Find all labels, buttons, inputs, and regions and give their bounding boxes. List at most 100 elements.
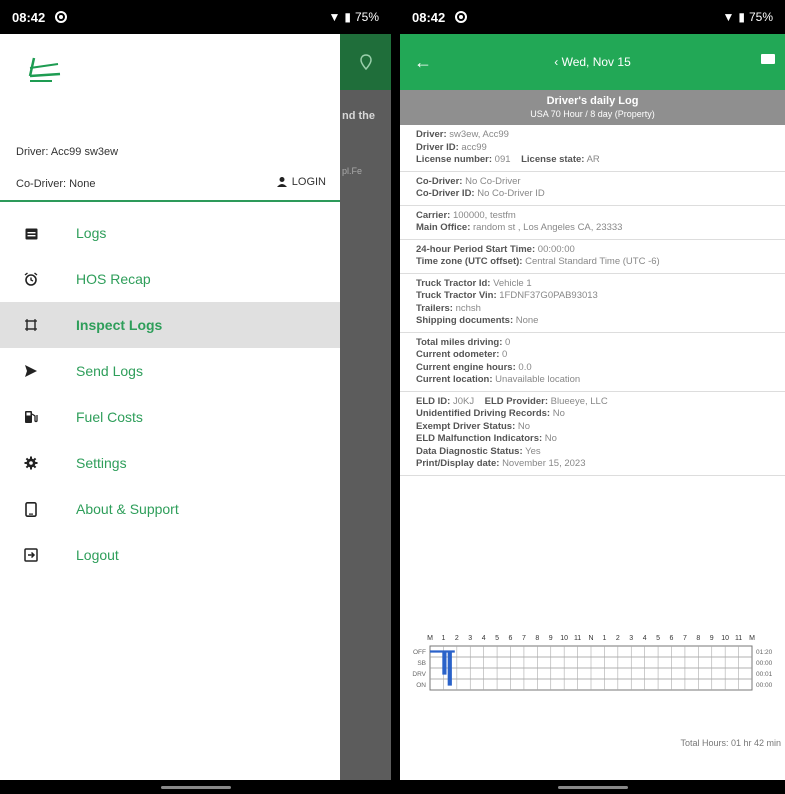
login-button[interactable]: LOGIN bbox=[276, 176, 326, 188]
field-label: ELD ID: bbox=[416, 395, 451, 407]
field-label: License state: bbox=[521, 154, 585, 165]
field-label: Print/Display date: bbox=[416, 458, 500, 469]
field-value: nchsh bbox=[455, 302, 481, 314]
field-value: acc99 bbox=[461, 141, 487, 153]
field-label: Current odometer: bbox=[416, 349, 500, 360]
field-label: Main Office: bbox=[416, 222, 471, 233]
log-field: 24-hour Period Start Time: 00:00:00 bbox=[416, 244, 773, 257]
gear-icon bbox=[24, 456, 38, 470]
hour-label: M bbox=[749, 635, 755, 642]
menu-item-logout[interactable]: Logout bbox=[0, 532, 340, 578]
clock-time: 08:42 bbox=[12, 9, 46, 25]
hour-label: 3 bbox=[629, 635, 633, 642]
field-label: Truck Tractor Id: bbox=[416, 277, 491, 289]
status-row-total: 00:00 bbox=[756, 660, 773, 667]
calendar-icon bbox=[24, 226, 38, 240]
field-label: Total miles driving: bbox=[416, 336, 503, 348]
menu-item-fuel-costs[interactable]: Fuel Costs bbox=[0, 394, 340, 440]
person-icon bbox=[276, 177, 287, 187]
field-value: 100000, testfm bbox=[452, 209, 516, 221]
log-field: Driver: sw3ew, Acc99 bbox=[416, 129, 773, 142]
field-value: J0KJ bbox=[452, 395, 475, 407]
hour-label: 11 bbox=[735, 635, 742, 642]
inspect-icon bbox=[24, 318, 38, 332]
field-label: Data Diagnostic Status: bbox=[416, 445, 523, 457]
log-field: Data Diagnostic Status: Yes bbox=[416, 446, 773, 459]
log-field: Main Office: random st , Los Angeles CA,… bbox=[416, 222, 773, 235]
menu-label: Send Logs bbox=[76, 363, 143, 379]
field-value: 0 bbox=[502, 349, 508, 360]
field-value: No bbox=[544, 433, 557, 444]
menu-label: Logs bbox=[76, 225, 107, 241]
field-label: ELD Provider: bbox=[484, 395, 548, 407]
field-label: Unidentified Driving Records: bbox=[416, 408, 551, 419]
field-value: No Co-Driver ID bbox=[477, 188, 545, 199]
hour-label: 10 bbox=[560, 635, 568, 642]
log-field: Driver ID: acc99 bbox=[416, 142, 773, 155]
field-label: Driver ID: bbox=[416, 141, 459, 153]
menu-label: Settings bbox=[76, 455, 127, 471]
hour-label: 3 bbox=[468, 635, 472, 642]
field-value: November 15, 2023 bbox=[502, 458, 586, 469]
drawer-scrim[interactable]: nd the pl.Fe bbox=[340, 34, 391, 780]
chevron-left-icon[interactable]: ‹ bbox=[554, 55, 558, 69]
log-subtitle: USA 70 Hour / 8 day (Property) bbox=[530, 109, 655, 119]
hour-label: 6 bbox=[670, 635, 674, 642]
field-value: None bbox=[515, 315, 539, 326]
menu-item-hos-recap[interactable]: HOS Recap bbox=[0, 256, 340, 302]
hour-label: 9 bbox=[549, 635, 553, 642]
hour-label: N bbox=[588, 635, 593, 642]
alarm-clock-icon bbox=[24, 272, 38, 286]
field-value: Yes bbox=[525, 445, 541, 457]
field-label: Driver: bbox=[416, 129, 447, 140]
field-label: Exempt Driver Status: bbox=[416, 420, 516, 432]
hour-label: 4 bbox=[482, 635, 486, 642]
status-row-label: SB bbox=[417, 660, 426, 667]
field-label: Trailers: bbox=[416, 302, 453, 314]
logout-icon bbox=[24, 548, 38, 562]
log-field: Current engine hours: 0.0 bbox=[416, 362, 773, 375]
scrim-text: nd the bbox=[342, 110, 375, 122]
driver-name: Driver: Acc99 sw3ew bbox=[16, 146, 119, 158]
menu-item-inspect-logs[interactable]: Inspect Logs bbox=[0, 302, 340, 348]
log-section: Carrier: 100000, testfm Main Office: rand… bbox=[400, 206, 785, 240]
field-label: License number: bbox=[416, 154, 493, 165]
home-indicator[interactable] bbox=[557, 786, 628, 789]
menu-item-logs[interactable]: Logs bbox=[0, 210, 340, 256]
hour-label: 2 bbox=[616, 635, 620, 642]
menu-item-settings[interactable]: Settings bbox=[0, 440, 340, 486]
date-selector[interactable]: ‹ Wed, Nov 15 bbox=[400, 55, 785, 69]
field-value: 1FDNF37G0PAB93013 bbox=[499, 290, 598, 301]
field-label: 24-hour Period Start Time: bbox=[416, 243, 536, 255]
menu-label: HOS Recap bbox=[76, 271, 151, 287]
scrim-app-bar bbox=[340, 34, 391, 90]
log-field: Exempt Driver Status: No bbox=[416, 421, 773, 434]
navigation-bar bbox=[400, 780, 785, 794]
battery-level: 75% bbox=[748, 10, 773, 24]
menu-item-about-support[interactable]: About & Support bbox=[0, 486, 340, 532]
hour-label: 4 bbox=[643, 635, 647, 642]
log-field: ELD ID: J0KJ ELD Provider: Blueeye, LLC bbox=[416, 396, 773, 409]
home-indicator[interactable] bbox=[160, 786, 231, 789]
log-section: 24-hour Period Start Time: 00:00:00 Time … bbox=[400, 240, 785, 274]
hour-label: 1 bbox=[602, 635, 606, 642]
hour-label: 6 bbox=[509, 635, 513, 642]
menu-item-send-logs[interactable]: Send Logs bbox=[0, 348, 340, 394]
right-screen: 08:42 ▼ ▮ 75% ← ‹ Wed, Nov 15 Driver's d… bbox=[400, 0, 785, 794]
fuel-pump-icon bbox=[24, 410, 38, 424]
status-row-total: 00:00 bbox=[756, 682, 773, 689]
log-header: Driver's daily Log USA 70 Hour / 8 day (… bbox=[400, 90, 785, 125]
menu-label: Inspect Logs bbox=[76, 317, 163, 333]
field-value: 00:00:00 bbox=[537, 243, 575, 255]
mail-icon[interactable] bbox=[761, 54, 775, 64]
status-row-total: 00:01 bbox=[756, 671, 773, 678]
log-field: ELD Malfunction Indicators: No bbox=[416, 433, 773, 446]
wifi-icon: ▼ bbox=[328, 10, 341, 24]
date-title: Wed, Nov 15 bbox=[561, 55, 631, 69]
field-label: ELD Malfunction Indicators: bbox=[416, 433, 543, 444]
field-value: 0.0 bbox=[518, 361, 532, 373]
log-field: Carrier: 100000, testfm bbox=[416, 210, 773, 223]
hour-label: 8 bbox=[535, 635, 539, 642]
log-field: Total miles driving: 0 bbox=[416, 337, 773, 350]
hour-label: 2 bbox=[455, 635, 459, 642]
